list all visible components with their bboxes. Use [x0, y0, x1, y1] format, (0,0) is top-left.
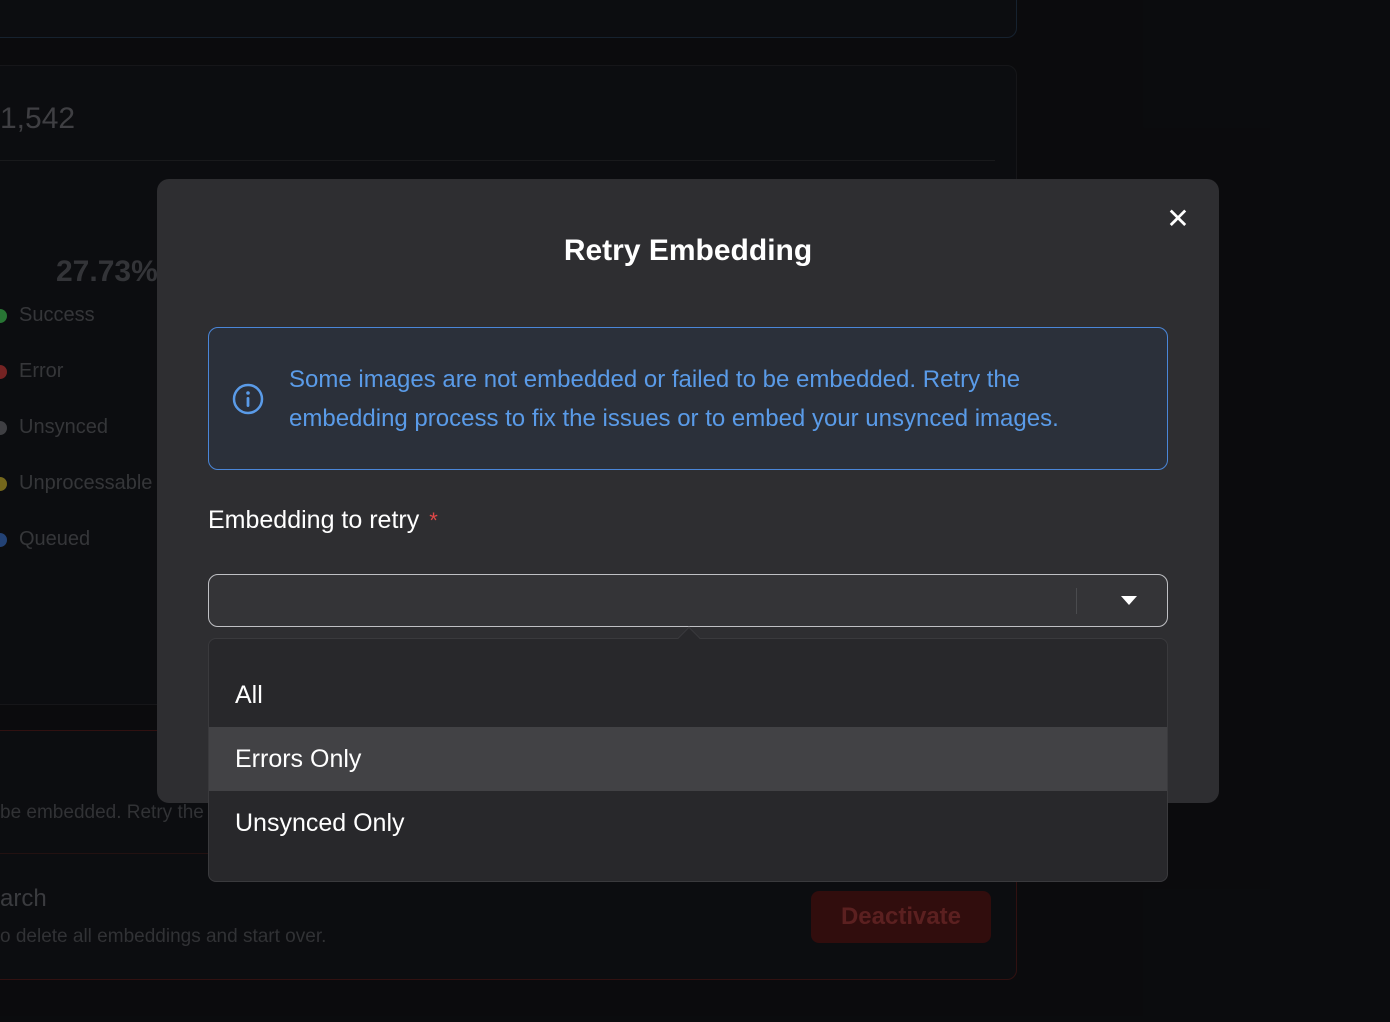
modal-title: Retry Embedding	[563, 234, 813, 267]
option-all[interactable]: All	[209, 663, 1167, 727]
option-unsynced-only[interactable]: Unsynced Only	[209, 791, 1167, 855]
option-errors-only[interactable]: Errors Only	[209, 727, 1167, 791]
field-label: Embedding to retry *	[208, 506, 438, 535]
info-icon	[232, 383, 264, 414]
select-separator	[1076, 588, 1077, 614]
embedding-select[interactable]	[208, 574, 1168, 627]
required-marker: *	[429, 508, 438, 533]
select-dropdown-menu: All Errors Only Unsynced Only	[208, 626, 1168, 882]
close-icon[interactable]: ✕	[1163, 203, 1193, 234]
info-alert: Some images are not embedded or failed t…	[208, 327, 1168, 470]
chevron-down-icon[interactable]	[1121, 596, 1137, 605]
info-text: Some images are not embedded or failed t…	[289, 365, 1059, 432]
field-label-text: Embedding to retry	[208, 506, 420, 534]
